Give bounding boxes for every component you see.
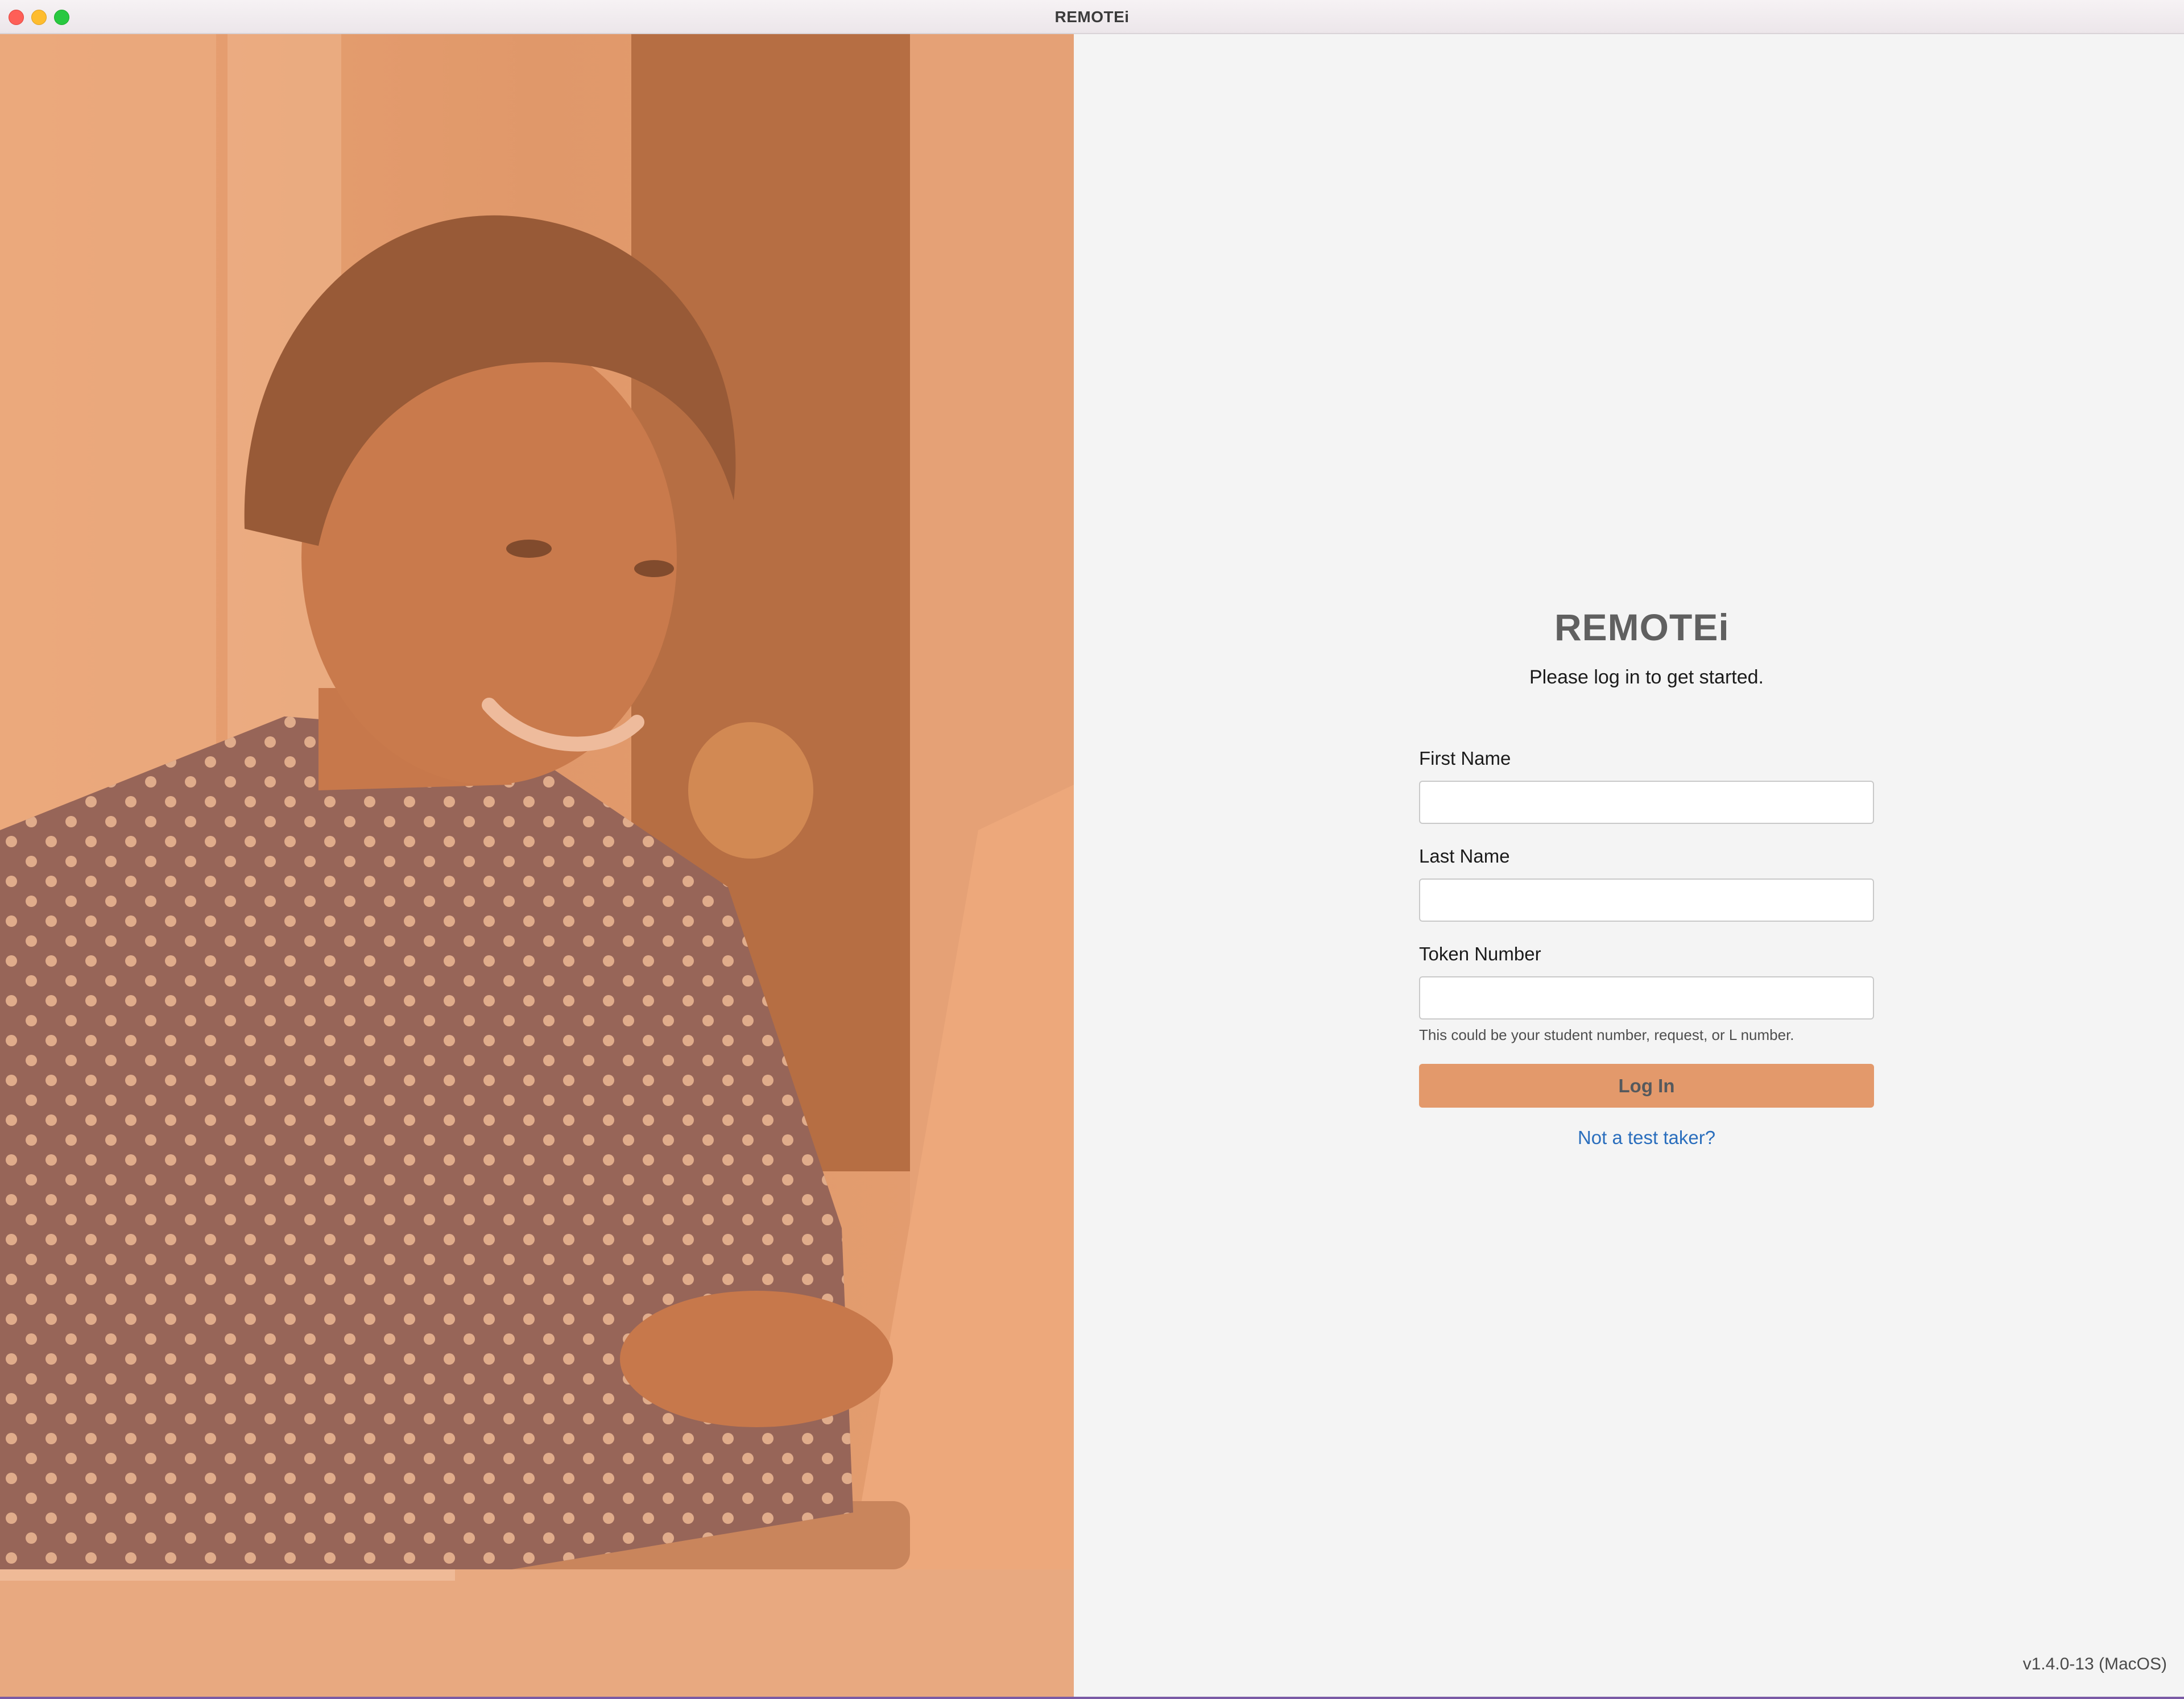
last-name-input[interactable] [1419, 878, 1874, 922]
last-name-label: Last Name [1419, 846, 1510, 867]
not-test-taker-link[interactable]: Not a test taker? [1419, 1127, 1874, 1149]
window-bottom-edge [0, 1697, 2184, 1699]
hero-image [0, 34, 1074, 1697]
brand-logo: REMOTEi [1554, 606, 1730, 649]
login-panel: REMOTEi Please log in to get started. Fi… [1074, 34, 2184, 1697]
first-name-label: First Name [1419, 748, 1511, 769]
version-label: v1.4.0-13 (MacOS) [2022, 1655, 2167, 1673]
login-subtitle: Please log in to get started. [1529, 666, 1764, 688]
app-window: REMOTEi REMOTEi Please log in to get sta… [0, 0, 2184, 1699]
login-button[interactable]: Log In [1419, 1064, 1874, 1108]
first-name-input[interactable] [1419, 781, 1874, 824]
hero-illustration [0, 34, 1074, 1697]
title-bar[interactable]: REMOTEi [0, 0, 2184, 34]
window-title: REMOTEi [1054, 8, 1130, 26]
token-number-input[interactable] [1419, 976, 1874, 1020]
logo-text: REMOTEi [1554, 606, 1730, 648]
token-number-hint: This could be your student number, reque… [1419, 1026, 1794, 1043]
token-number-label: Token Number [1419, 943, 1541, 964]
